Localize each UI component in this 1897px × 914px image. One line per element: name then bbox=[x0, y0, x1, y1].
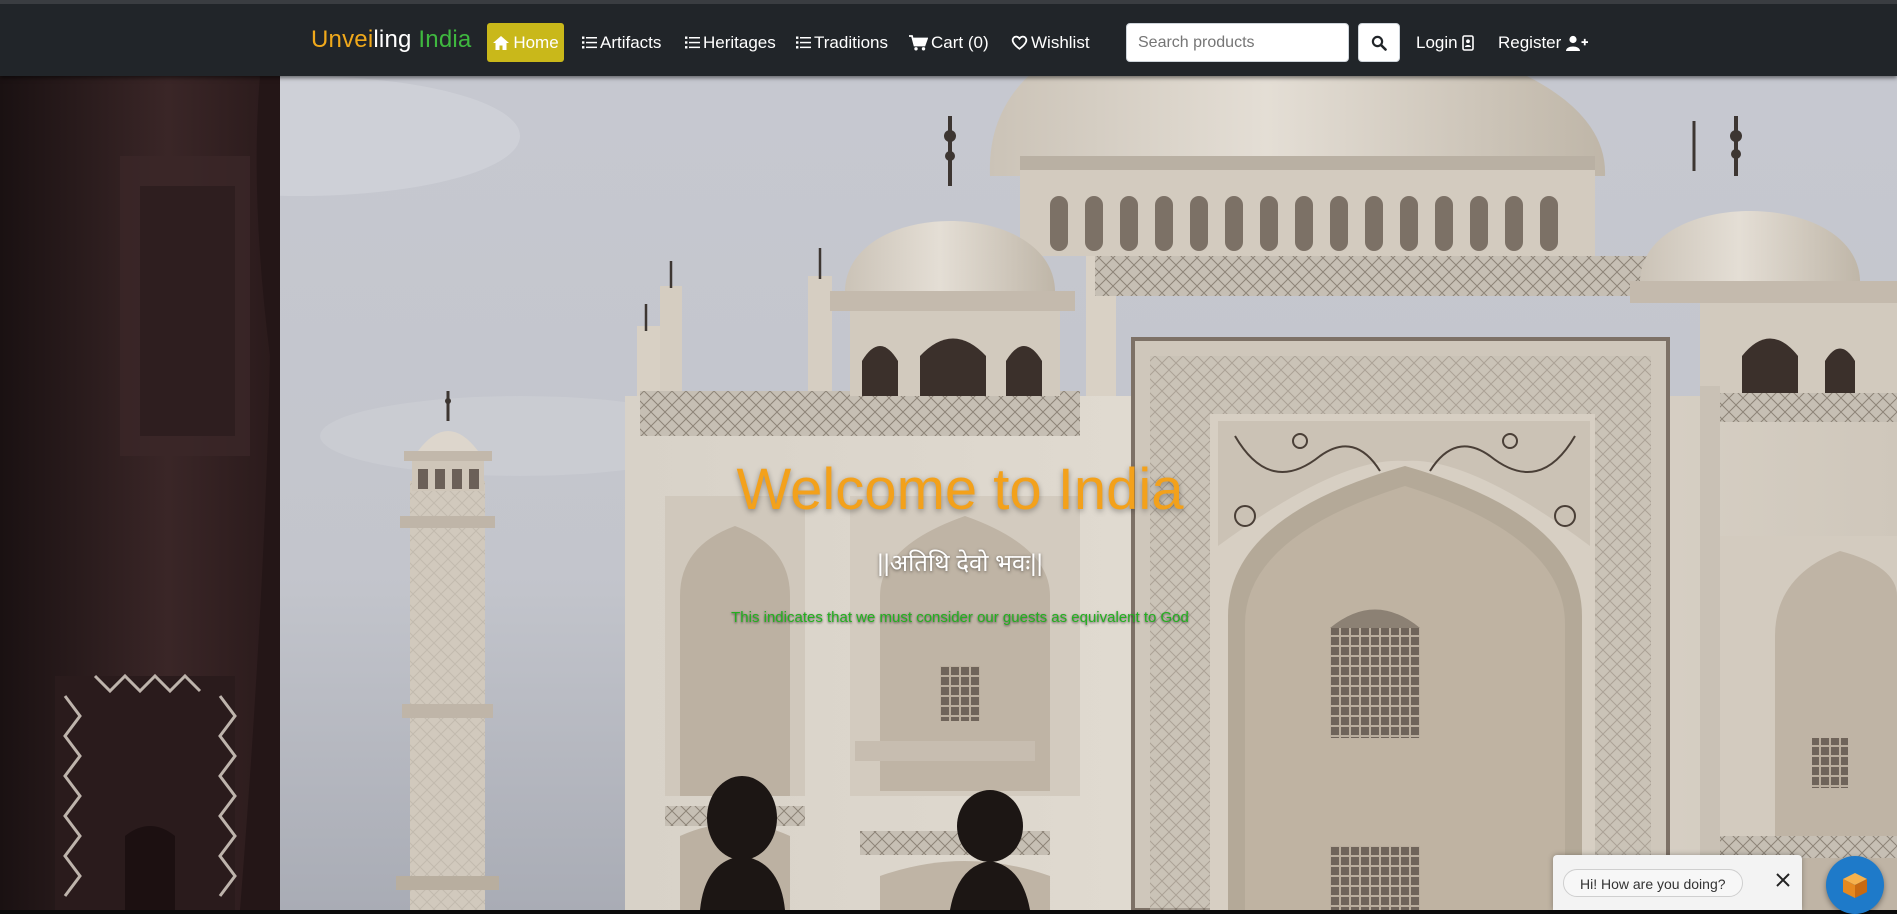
heart-icon bbox=[1011, 35, 1028, 50]
hero-subtitle: ||अतिथि देवो भवः|| bbox=[877, 550, 1043, 577]
hero-description: This indicates that we must consider our… bbox=[731, 609, 1189, 626]
list-icon bbox=[685, 36, 700, 49]
nav-login[interactable]: Login bbox=[1416, 23, 1474, 62]
id-badge-icon bbox=[1461, 34, 1474, 51]
nav-cart-label: Cart (0) bbox=[931, 32, 989, 52]
chat-message[interactable]: Hi! How are you doing? bbox=[1563, 869, 1743, 897]
search-icon bbox=[1371, 35, 1387, 51]
hero-section: Welcome to India ||अतिथि देवो भवः|| This… bbox=[0, 76, 1897, 910]
search-button[interactable] bbox=[1358, 23, 1400, 62]
nav-home-label: Home bbox=[513, 32, 559, 52]
user-plus-icon bbox=[1566, 35, 1589, 51]
chat-launcher-button[interactable] bbox=[1826, 856, 1884, 914]
chat-greeting-popup[interactable]: Hi! How are you doing? bbox=[1553, 855, 1802, 910]
nav-traditions[interactable]: Traditions bbox=[796, 23, 888, 62]
navbar: Unveiling India Home Artifacts Heritages… bbox=[0, 0, 1897, 76]
close-icon bbox=[1776, 873, 1790, 887]
list-icon bbox=[796, 36, 811, 49]
nav-login-label: Login bbox=[1416, 32, 1458, 52]
list-icon bbox=[582, 36, 597, 49]
search-input[interactable] bbox=[1126, 23, 1349, 62]
brand-part-3: ling bbox=[373, 26, 419, 53]
brand-logo[interactable]: Unveiling India bbox=[311, 26, 471, 54]
chat-close-button[interactable] bbox=[1772, 869, 1794, 891]
brand-part-1: Un bbox=[311, 26, 343, 53]
nav-wishlist[interactable]: Wishlist bbox=[1011, 23, 1090, 62]
nav-heritages-label: Heritages bbox=[703, 32, 776, 52]
nav-heritages[interactable]: Heritages bbox=[685, 23, 776, 62]
nav-artifacts-label: Artifacts bbox=[600, 32, 662, 52]
nav-artifacts[interactable]: Artifacts bbox=[582, 23, 661, 62]
hero-title: Welcome to India bbox=[736, 457, 1184, 522]
brand-part-2: vei bbox=[342, 26, 374, 53]
nav-wishlist-label: Wishlist bbox=[1031, 32, 1090, 52]
brand-part-4: India bbox=[418, 26, 472, 53]
nav-register[interactable]: Register bbox=[1498, 23, 1589, 62]
nav-traditions-label: Traditions bbox=[814, 32, 889, 52]
cart-icon bbox=[909, 34, 928, 50]
nav-home[interactable]: Home bbox=[487, 23, 564, 62]
nav-register-label: Register bbox=[1498, 32, 1562, 52]
chat-cube-icon bbox=[1843, 873, 1867, 898]
home-icon bbox=[493, 35, 510, 50]
nav-cart[interactable]: Cart (0) bbox=[909, 23, 989, 62]
